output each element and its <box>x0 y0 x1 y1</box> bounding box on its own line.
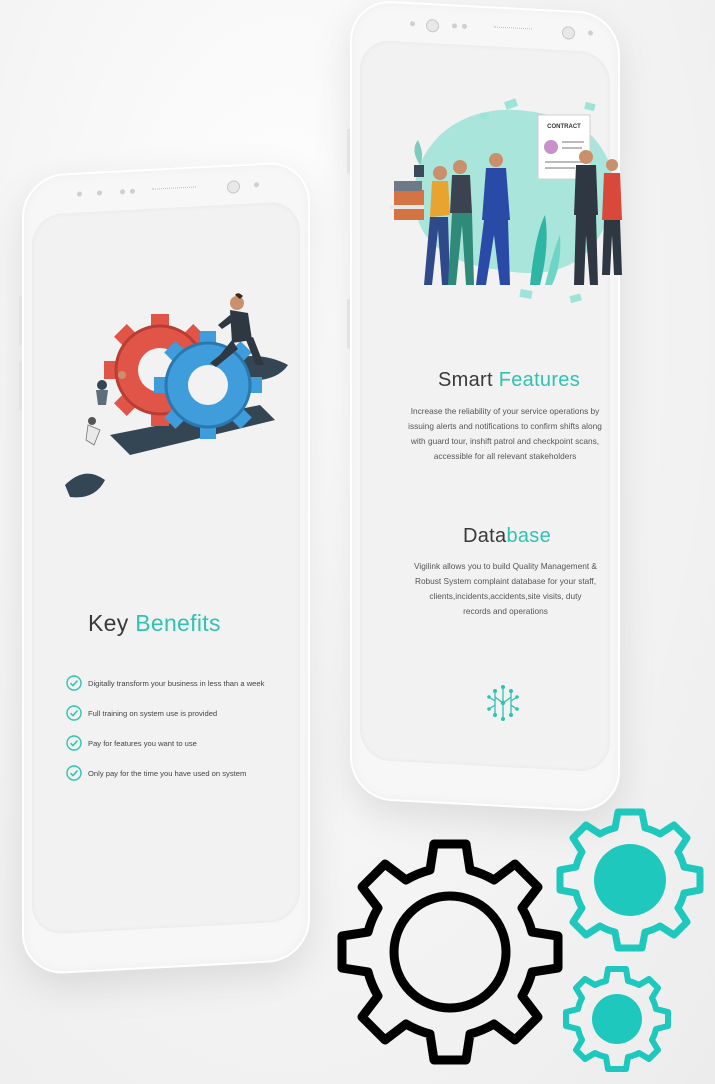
svg-text:CONTRACT: CONTRACT <box>547 124 581 130</box>
benefit-item: Full training on system use is provided <box>66 698 316 728</box>
benefit-item: Only pay for the time you have used on s… <box>66 758 316 788</box>
contract-illustration: CONTRACT <box>390 98 622 304</box>
benefit-item: Digitally transform your business in les… <box>66 668 316 698</box>
right-phone-sensors <box>350 13 620 43</box>
falling-figure <box>85 417 101 446</box>
benefits-list: Digitally transform your business in les… <box>66 668 316 788</box>
left-phone-side-button <box>19 360 22 411</box>
check-circle-icon <box>66 765 82 781</box>
gear-outline-icon <box>337 839 563 1065</box>
gears-illustration <box>65 293 288 498</box>
smart-features-description: Increase the reliability of your service… <box>408 406 602 461</box>
left-phone-side-button <box>19 295 22 346</box>
smart-features-heading: Smart Features <box>438 369 581 391</box>
network-chip-icon <box>487 685 519 721</box>
ink-puddle <box>65 473 105 498</box>
database-heading: Database <box>463 525 552 547</box>
benefit-item: Pay for features you want to use <box>66 728 316 758</box>
left-phone <box>19 160 310 976</box>
teal-gear-icon <box>556 808 704 952</box>
blue-gear-icon <box>154 331 262 439</box>
left-phone-sensors <box>22 174 310 205</box>
check-circle-icon <box>66 675 82 691</box>
key-benefits-heading: Key Benefits <box>88 610 221 636</box>
right-phone-side-button <box>347 298 350 349</box>
database-description: Vigilink allows you to build Quality Man… <box>414 561 597 616</box>
right-phone-side-button <box>347 128 350 174</box>
check-circle-icon <box>66 705 82 721</box>
check-circle-icon <box>66 735 82 751</box>
teal-gear-icon <box>563 966 671 1072</box>
